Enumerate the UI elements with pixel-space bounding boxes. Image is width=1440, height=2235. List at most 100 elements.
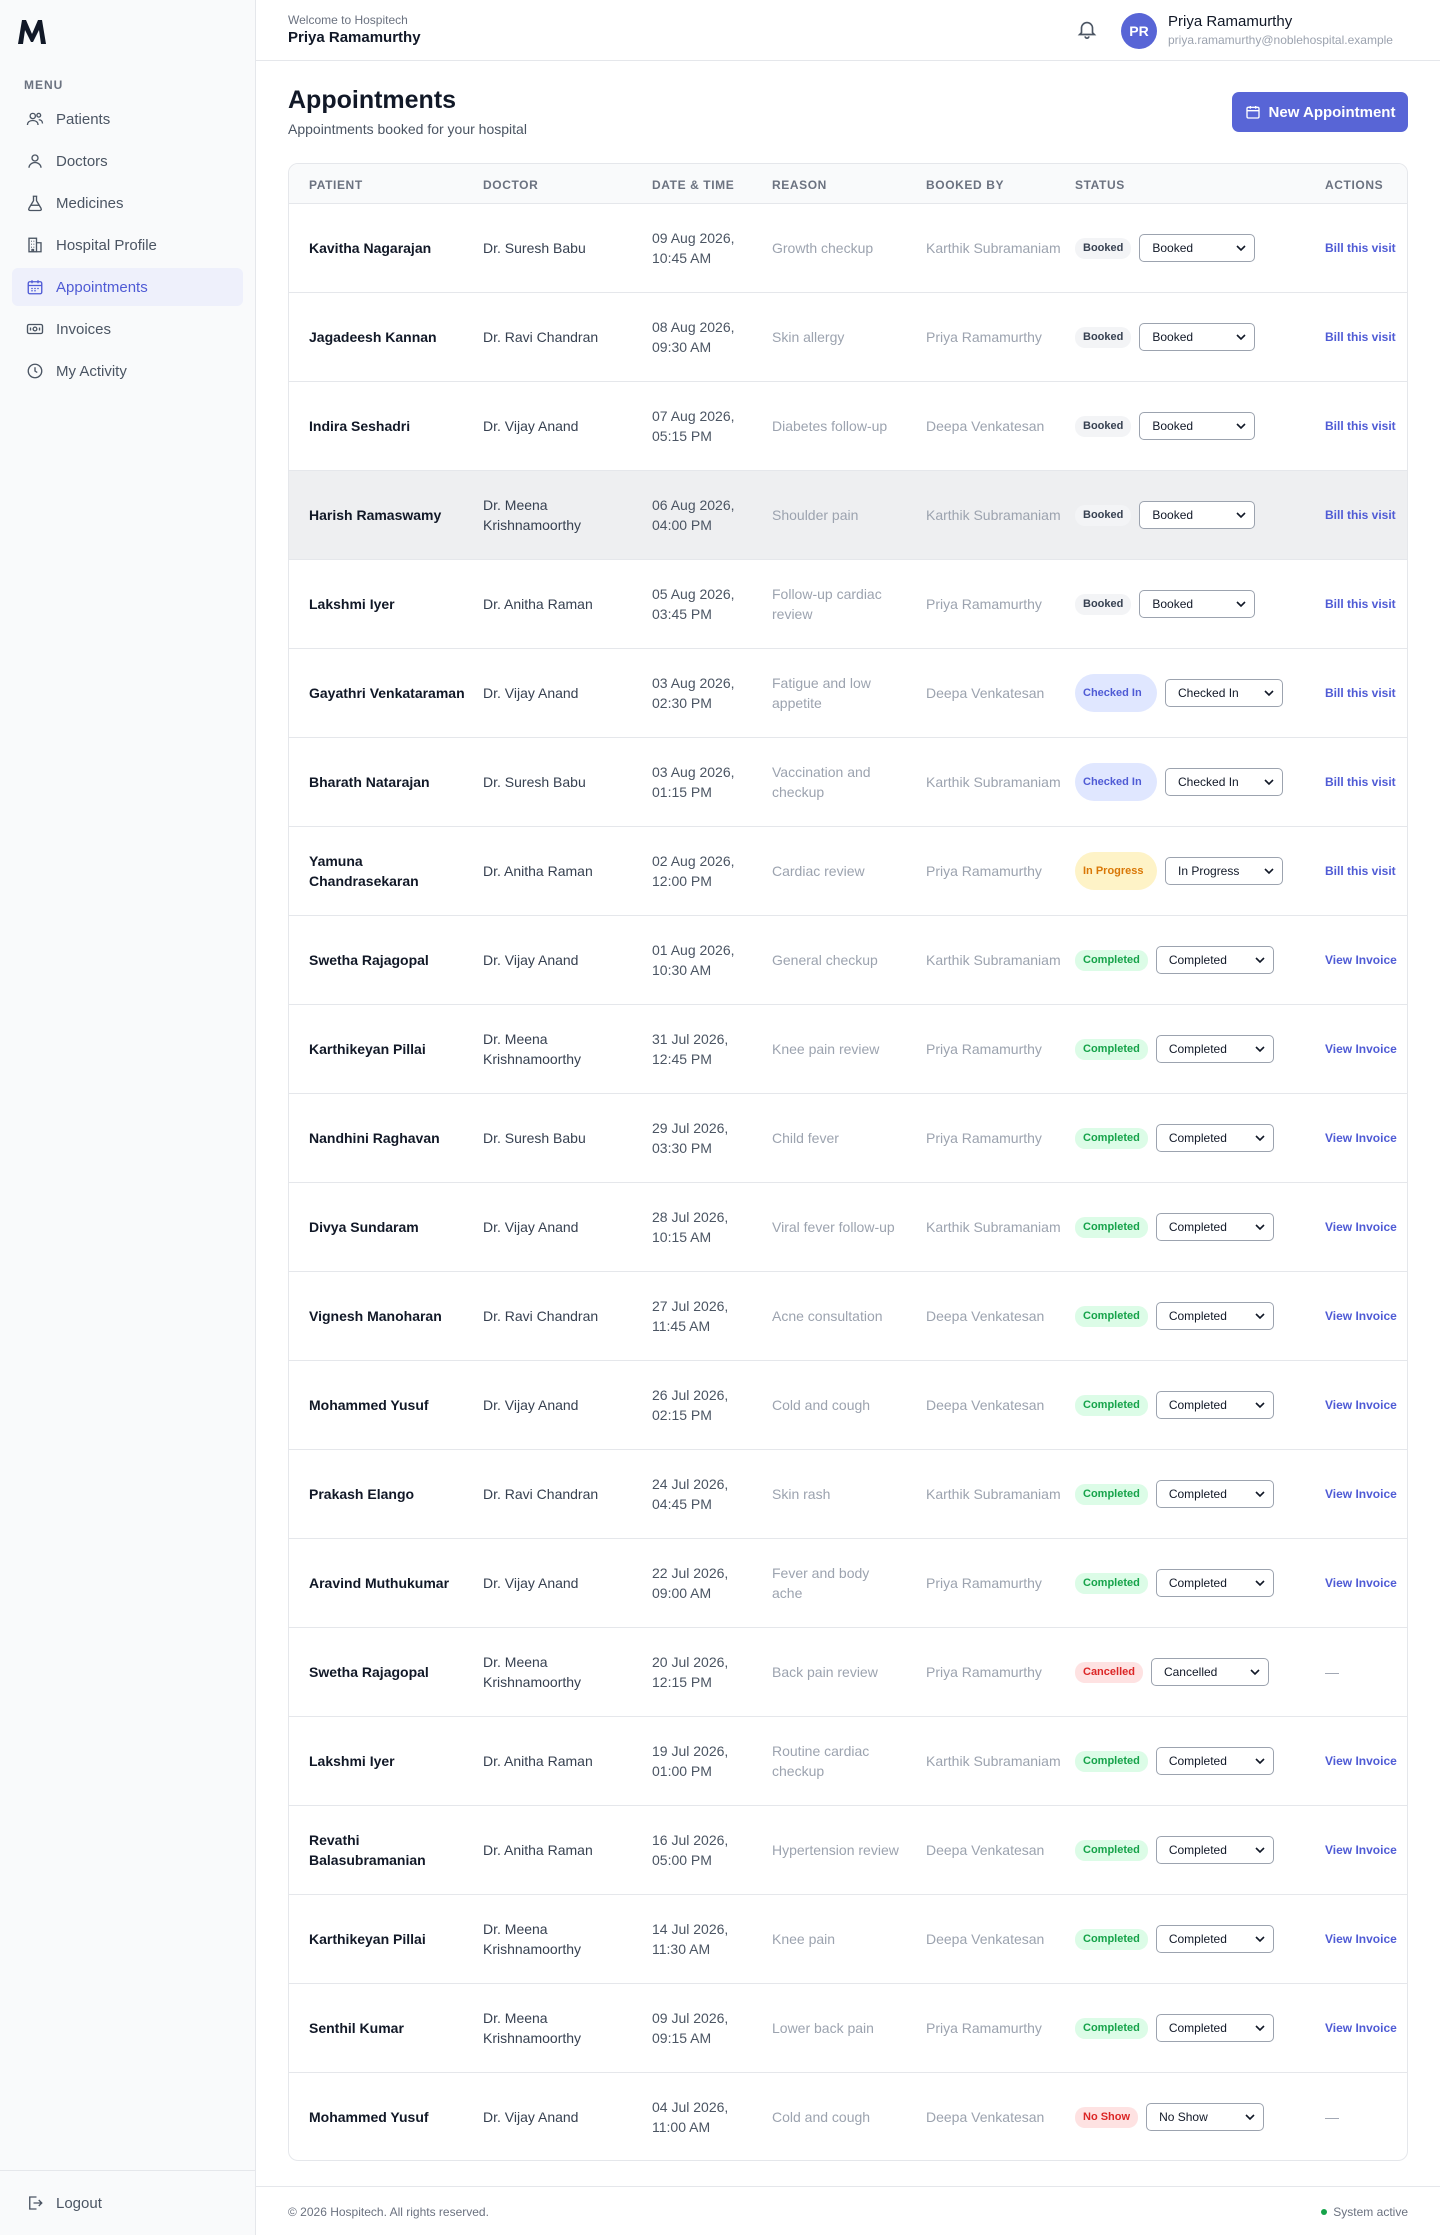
- chevron-down-icon: [1255, 1578, 1265, 1588]
- patient-name: Yamuna Chandrasekaran: [309, 853, 419, 889]
- status-select-value: Booked: [1152, 597, 1194, 611]
- status-select[interactable]: Completed: [1155, 1480, 1274, 1508]
- status-select-value: Completed: [1168, 1309, 1227, 1323]
- status-dot-icon: [1321, 2209, 1328, 2215]
- view-invoice-link[interactable]: View Invoice: [1325, 1361, 1400, 1449]
- status-cell: Completed Completed: [1075, 1183, 1365, 1271]
- sidebar-item-invoices[interactable]: Invoices: [12, 310, 243, 348]
- patient-name: Senthil Kumar: [309, 2020, 404, 2036]
- no-action: —: [1325, 2109, 1339, 2125]
- bill-visit-link[interactable]: Bill this visit: [1325, 560, 1400, 648]
- booked-by: Karthik Subramaniam: [926, 952, 1061, 968]
- avatar[interactable]: PR: [1121, 13, 1157, 49]
- status-select[interactable]: Completed: [1155, 2014, 1274, 2042]
- flask-icon: [25, 193, 45, 213]
- status-select[interactable]: Booked: [1139, 412, 1256, 440]
- status-select-value: Completed: [1168, 1042, 1227, 1056]
- sidebar-item-patients[interactable]: Patients: [12, 100, 243, 138]
- chevron-down-icon: [1255, 1311, 1265, 1321]
- patient-name: Aravind Muthukumar: [309, 1575, 450, 1591]
- col-header-doctor: DOCTOR: [483, 178, 539, 192]
- appointment-reason: Shoulder pain: [772, 507, 859, 523]
- status-badge: Completed: [1075, 1483, 1148, 1505]
- status-select[interactable]: Booked: [1139, 590, 1256, 618]
- table-row: Lakshmi Iyer Dr. Anitha Raman 05 Aug 2026,…: [289, 560, 1407, 649]
- status-select[interactable]: Booked: [1139, 501, 1256, 529]
- doctor-name: Dr. Suresh Babu: [483, 1130, 586, 1146]
- status-select[interactable]: Completed: [1155, 1925, 1274, 1953]
- status-select[interactable]: Completed: [1155, 1836, 1274, 1864]
- status-select[interactable]: Completed: [1155, 1035, 1274, 1063]
- hospitech-logo-icon[interactable]: [16, 16, 48, 46]
- bill-visit-link[interactable]: Bill this visit: [1325, 827, 1400, 915]
- view-invoice-link[interactable]: View Invoice: [1325, 1272, 1400, 1360]
- status-select[interactable]: Checked In: [1165, 768, 1283, 796]
- bill-visit-link[interactable]: Bill this visit: [1325, 649, 1400, 737]
- status-cell: Completed Completed: [1075, 1717, 1365, 1805]
- doctor-name: Dr. Anitha Raman: [483, 596, 593, 612]
- status-badge: Booked: [1075, 237, 1132, 259]
- bell-icon[interactable]: [1076, 18, 1098, 40]
- col-header-actions: ACTIONS: [1325, 178, 1384, 192]
- bill-visit-link[interactable]: Bill this visit: [1325, 382, 1400, 470]
- sidebar-item-appointments[interactable]: Appointments: [12, 268, 243, 306]
- sidebar-item-label: Patients: [56, 110, 111, 128]
- sidebar-item-doctors[interactable]: Doctors: [12, 142, 243, 180]
- sidebar-item-medicines[interactable]: Medicines: [12, 184, 243, 222]
- patient-name: Swetha Rajagopal: [309, 1664, 429, 1680]
- chevron-down-icon: [1236, 421, 1246, 431]
- doctor-name: Dr. Suresh Babu: [483, 240, 586, 256]
- status-cell: Completed Completed: [1075, 1094, 1365, 1182]
- view-invoice-link[interactable]: View Invoice: [1325, 1005, 1400, 1093]
- sidebar-item-hospital-profile[interactable]: Hospital Profile: [12, 226, 243, 264]
- view-invoice-link[interactable]: View Invoice: [1325, 1806, 1400, 1894]
- booked-by: Deepa Venkatesan: [926, 1931, 1045, 1947]
- status-select[interactable]: Completed: [1155, 946, 1274, 974]
- status-select[interactable]: Completed: [1155, 1124, 1274, 1152]
- chevron-down-icon: [1255, 1845, 1265, 1855]
- status-select[interactable]: In Progress: [1165, 857, 1283, 885]
- sidebar-item-my-activity[interactable]: My Activity: [12, 352, 243, 390]
- appointment-datetime: 04 Jul 2026, 11:00 AM: [652, 2099, 729, 2135]
- status-select[interactable]: Completed: [1155, 1213, 1274, 1241]
- status-badge: Completed: [1075, 949, 1148, 971]
- appointment-reason: Routine cardiac checkup: [772, 1743, 870, 1779]
- view-invoice-link[interactable]: View Invoice: [1325, 916, 1400, 1004]
- col-header-reason: REASON: [772, 178, 827, 192]
- status-select[interactable]: No Show: [1146, 2103, 1265, 2131]
- view-invoice-link[interactable]: View Invoice: [1325, 1717, 1400, 1805]
- bill-visit-link[interactable]: Bill this visit: [1325, 471, 1400, 559]
- bill-visit-link[interactable]: Bill this visit: [1325, 738, 1400, 826]
- bill-visit-link[interactable]: Bill this visit: [1325, 293, 1400, 381]
- status-select[interactable]: Checked In: [1165, 679, 1283, 707]
- patient-name: Swetha Rajagopal: [309, 952, 429, 968]
- appointment-reason: Vaccination and checkup: [772, 764, 871, 800]
- status-select[interactable]: Completed: [1155, 1391, 1274, 1419]
- logout-button[interactable]: Logout: [0, 2170, 256, 2235]
- view-invoice-link[interactable]: View Invoice: [1325, 1183, 1400, 1271]
- table-row: Mohammed Yusuf Dr. Vijay Anand 04 Jul 2026…: [289, 2073, 1407, 2160]
- bill-visit-link[interactable]: Bill this visit: [1325, 204, 1400, 292]
- appointment-datetime: 20 Jul 2026, 12:15 PM: [652, 1654, 729, 1690]
- users-icon: [25, 109, 45, 129]
- banknote-icon: [25, 319, 45, 339]
- status-cell: No Show No Show: [1075, 2073, 1365, 2160]
- view-invoice-link[interactable]: View Invoice: [1325, 1450, 1400, 1538]
- view-invoice-link[interactable]: View Invoice: [1325, 1539, 1400, 1627]
- status-select[interactable]: Completed: [1155, 1569, 1274, 1597]
- status-select[interactable]: Booked: [1139, 323, 1256, 351]
- status-select[interactable]: Completed: [1155, 1747, 1274, 1775]
- status-select[interactable]: Cancelled: [1150, 1658, 1269, 1686]
- appointment-reason: Lower back pain: [772, 2020, 874, 2036]
- new-appointment-button[interactable]: New Appointment: [1232, 92, 1408, 132]
- status-select-value: Completed: [1168, 1754, 1227, 1768]
- status-select[interactable]: Completed: [1155, 1302, 1274, 1330]
- status-select-value: Completed: [1168, 1220, 1227, 1234]
- appointment-datetime: 06 Aug 2026, 04:00 PM: [652, 497, 735, 533]
- view-invoice-link[interactable]: View Invoice: [1325, 1984, 1400, 2072]
- appointment-datetime: 28 Jul 2026, 10:15 AM: [652, 1209, 729, 1245]
- view-invoice-link[interactable]: View Invoice: [1325, 1094, 1400, 1182]
- booked-by: Deepa Venkatesan: [926, 685, 1045, 701]
- view-invoice-link[interactable]: View Invoice: [1325, 1895, 1400, 1983]
- status-select[interactable]: Booked: [1139, 234, 1256, 262]
